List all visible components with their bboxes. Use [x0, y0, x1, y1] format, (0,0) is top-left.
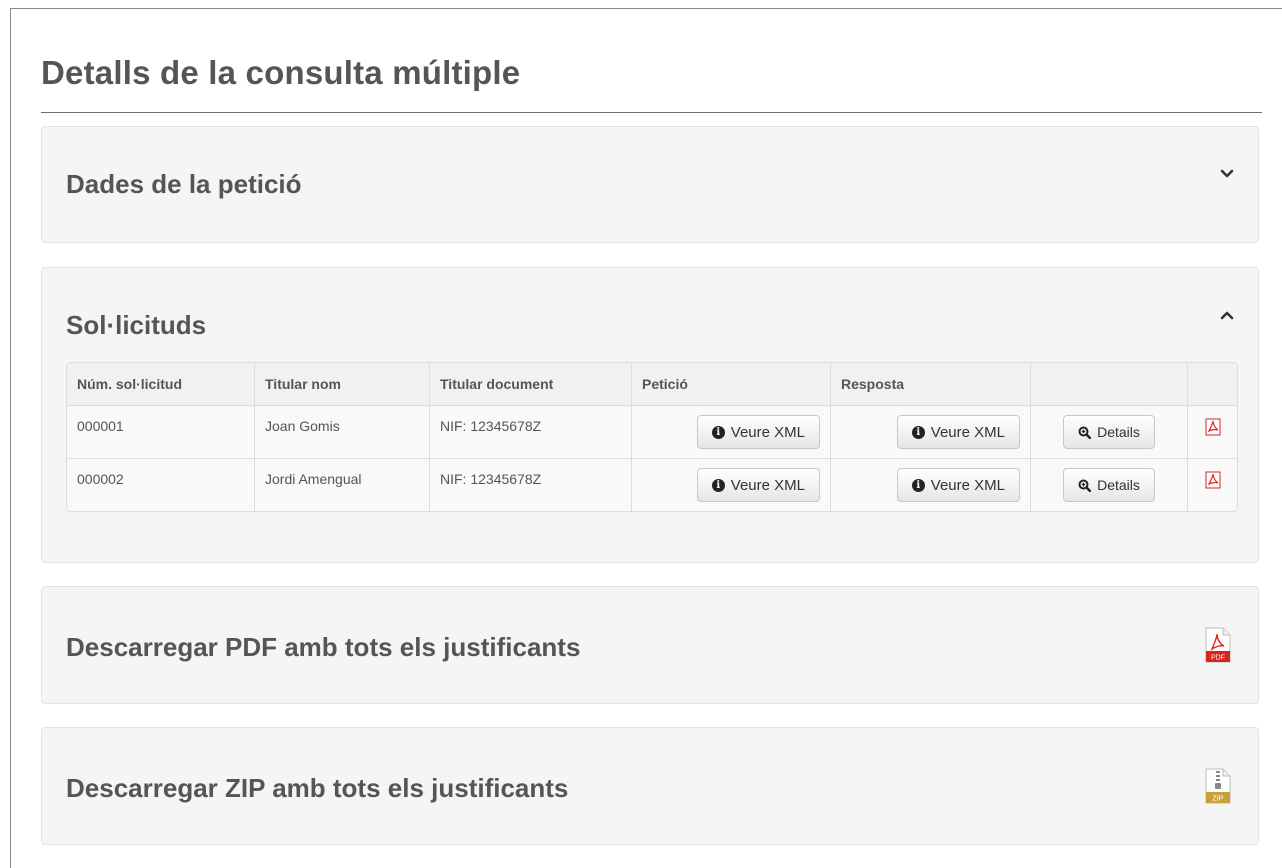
panel-sollicituds: Sol·licituds Núm. sol·licitud Titular no… — [41, 267, 1259, 563]
chevron-up-icon[interactable] — [1220, 308, 1234, 322]
pdf-icon[interactable] — [1205, 471, 1221, 489]
table-row: 000001 Joan Gomis NIF: 12345678Z i Veure… — [67, 405, 1237, 458]
download-pdf-heading: Descarregar PDF amb tots els justificant… — [66, 632, 581, 662]
cell-resposta: i Veure XML — [830, 458, 1030, 511]
zip-icon-label: ZIP — [1213, 796, 1224, 803]
cell-pdf — [1187, 458, 1237, 511]
info-icon: i — [911, 478, 925, 492]
veure-xml-resposta-button[interactable]: i Veure XML — [896, 468, 1020, 502]
header-resposta: Resposta — [830, 363, 1030, 405]
title-divider — [41, 112, 1262, 113]
pdf-file-icon[interactable]: PDF — [1204, 627, 1232, 663]
button-label: Veure XML — [930, 423, 1005, 441]
panel-download-pdf[interactable]: Descarregar PDF amb tots els justificant… — [41, 586, 1259, 704]
details-button[interactable]: Details — [1063, 468, 1155, 502]
download-zip-heading: Descarregar ZIP amb tots els justificant… — [66, 773, 569, 803]
header-titular-nom: Titular nom — [254, 363, 429, 405]
button-label: Details — [1097, 424, 1140, 440]
button-label: Details — [1097, 477, 1140, 493]
header-pdf — [1187, 363, 1237, 405]
page-title: Detalls de la consulta múltiple — [41, 54, 521, 91]
info-icon: i — [711, 425, 725, 439]
cell-pdf — [1187, 405, 1237, 458]
cell-num: 000002 — [67, 458, 254, 511]
table-header-row: Núm. sol·licitud Titular nom Titular doc… — [67, 363, 1237, 405]
info-icon: i — [711, 478, 725, 492]
cell-document: NIF: 12345678Z — [429, 458, 631, 511]
header-details — [1030, 363, 1187, 405]
cell-nom: Jordi Amengual — [254, 458, 429, 511]
zoom-in-icon — [1078, 426, 1092, 439]
cell-resposta: i Veure XML — [830, 405, 1030, 458]
veure-xml-resposta-button[interactable]: i Veure XML — [896, 415, 1020, 449]
chevron-down-icon[interactable] — [1220, 167, 1234, 181]
panel-heading-sollicituds: Sol·licituds — [66, 310, 207, 340]
info-icon: i — [911, 425, 925, 439]
cell-document: NIF: 12345678Z — [429, 405, 631, 458]
zoom-in-icon — [1078, 479, 1092, 492]
table-row: 000002 Jordi Amengual NIF: 12345678Z i V… — [67, 458, 1237, 511]
panel-download-zip[interactable]: Descarregar ZIP amb tots els justificant… — [41, 727, 1259, 845]
veure-xml-peticio-button[interactable]: i Veure XML — [696, 415, 820, 449]
pdf-icon-label: PDF — [1211, 655, 1225, 662]
details-button[interactable]: Details — [1063, 415, 1155, 449]
cell-details: Details — [1030, 405, 1187, 458]
cell-nom: Joan Gomis — [254, 405, 429, 458]
button-label: Veure XML — [930, 476, 1005, 494]
cell-num: 000001 — [67, 405, 254, 458]
header-titular-document: Titular document — [429, 363, 631, 405]
panel-heading-dades: Dades de la petició — [66, 169, 302, 199]
zip-file-icon[interactable]: ZIP — [1204, 768, 1232, 804]
cell-peticio: i Veure XML — [631, 458, 830, 511]
panel-dades-peticio[interactable]: Dades de la petició — [41, 126, 1259, 243]
cell-details: Details — [1030, 458, 1187, 511]
header-num-sollicitud: Núm. sol·licitud — [67, 363, 254, 405]
cell-peticio: i Veure XML — [631, 405, 830, 458]
button-label: Veure XML — [730, 476, 805, 494]
pdf-icon[interactable] — [1205, 418, 1221, 436]
veure-xml-peticio-button[interactable]: i Veure XML — [696, 468, 820, 502]
sollicituds-table: Núm. sol·licitud Titular nom Titular doc… — [66, 362, 1238, 512]
header-peticio: Petició — [631, 363, 830, 405]
button-label: Veure XML — [730, 423, 805, 441]
